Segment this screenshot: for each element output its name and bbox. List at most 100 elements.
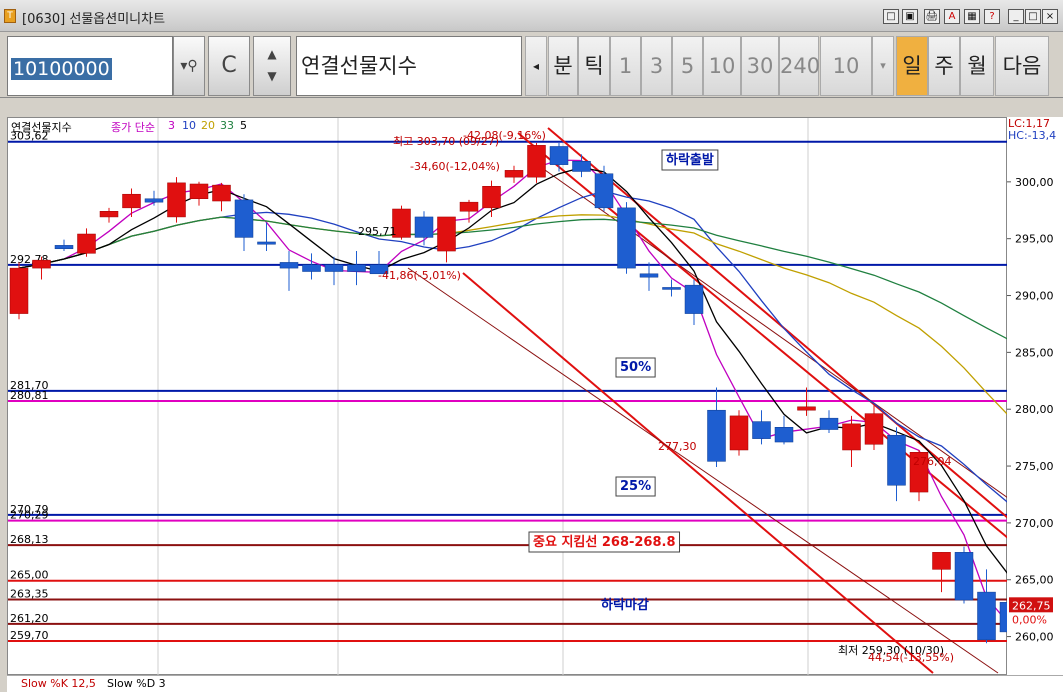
period-tick[interactable]: 틱: [578, 36, 610, 96]
last-price-label: 262,75: [1012, 599, 1051, 612]
legend-ma-20: 20: [201, 119, 215, 132]
candle-body: [32, 259, 51, 269]
print-button[interactable]: 🖨: [924, 9, 940, 24]
candle-body: [122, 193, 141, 209]
y-axis-ticks: 300,00 295,00 290,00 285,00 280,00 275,00 270,…: [1007, 176, 1054, 644]
slow-k-label: Slow %K 12,5: [21, 677, 96, 690]
updown-icon: ▲ ▼: [267, 47, 277, 83]
candle-body: [54, 245, 74, 250]
range-week[interactable]: 주: [928, 36, 960, 96]
annotation: 25%: [615, 476, 656, 497]
period-240[interactable]: 240: [779, 36, 820, 96]
last-pct-label: 0,00%: [1012, 613, 1047, 626]
maximize-button[interactable]: □: [1025, 9, 1041, 24]
range-month[interactable]: 월: [960, 36, 994, 96]
candle-body: [257, 241, 276, 245]
candle-body: [302, 264, 321, 272]
trend-line: [527, 157, 1008, 499]
annotation: 중요 지킴선 268-268.8: [528, 531, 681, 553]
candle-body: [572, 160, 591, 172]
chevron-down-icon: ▾: [880, 59, 886, 72]
period-3[interactable]: 3: [641, 36, 672, 96]
candle-body: [437, 216, 456, 252]
candle-body: [9, 267, 29, 314]
period-10[interactable]: 10: [703, 36, 741, 96]
slow-d-label: Slow %D 3: [107, 677, 166, 690]
font-button[interactable]: A: [944, 9, 960, 24]
instrument-name: 연결선물지수: [296, 36, 522, 96]
period-minute[interactable]: 분: [548, 36, 578, 96]
y-tick-label: 285,00: [1015, 346, 1054, 359]
candle-body: [504, 170, 524, 178]
minimize-button[interactable]: _: [1008, 9, 1024, 24]
y-tick-label: 280,00: [1015, 403, 1054, 416]
period-1[interactable]: 1: [610, 36, 641, 96]
y-axis: LC:1,17 HC:-13,4 300,00 295,00 290,00 285,0…: [1007, 117, 1063, 675]
candle-body: [932, 552, 951, 570]
y-tick-label: 300,00: [1015, 176, 1054, 189]
price-note: 44,54(-13,55%): [868, 651, 954, 664]
candle-body: [212, 184, 231, 202]
help-button[interactable]: ?: [984, 9, 1000, 24]
price-note: 276,04: [913, 455, 952, 468]
y-tick-label: 265,00: [1015, 574, 1054, 587]
trend-line: [462, 272, 934, 674]
chart-window: T [0630] 선물옵션미니차트 □ ▣ 🖨 A ▦ ? _ □ × 1010…: [0, 0, 1063, 692]
close-button[interactable]: ×: [1042, 9, 1058, 24]
trend-line: [407, 267, 999, 674]
stochastic-panel-header: Slow %K 12,5 Slow %D 3: [7, 675, 1063, 692]
candle-body: [167, 182, 186, 218]
period-value-field[interactable]: 10: [820, 36, 872, 96]
up-down-button[interactable]: ▲ ▼: [253, 36, 291, 96]
y-tick-label: 290,00: [1015, 290, 1054, 303]
period-5[interactable]: 5: [672, 36, 703, 96]
tile-button[interactable]: □: [883, 9, 899, 24]
level-label: 268,13: [10, 533, 49, 546]
legend-ma-3: 3: [168, 119, 175, 132]
scroll-left-button[interactable]: ◂: [525, 36, 547, 96]
code-list-button[interactable]: C: [208, 36, 250, 96]
period-30[interactable]: 30: [741, 36, 779, 96]
candle-body: [459, 201, 479, 212]
candle-body: [482, 186, 501, 209]
candle-body: [752, 421, 771, 439]
candle-body: [684, 284, 704, 314]
price-note: -41,86(-5,01%): [378, 269, 461, 282]
level-label: 261,20: [10, 612, 49, 625]
candle-body: [819, 417, 839, 430]
candle-body: [594, 173, 614, 209]
candle-body: [662, 287, 681, 290]
legend-ma-label: 종가 단순: [111, 121, 155, 134]
grid-button[interactable]: ▦: [964, 9, 980, 24]
layout-button[interactable]: ▣: [902, 9, 918, 24]
period-dropdown[interactable]: ▾: [872, 36, 894, 96]
code-input[interactable]: 10100000: [7, 36, 173, 96]
legend-ma-10: 10: [182, 119, 196, 132]
y-tick-label: 275,00: [1015, 460, 1054, 473]
candle-body: [279, 262, 299, 269]
candle-body: [99, 211, 119, 218]
level-label: 270,29: [10, 509, 49, 522]
price-note: 295,71: [358, 225, 397, 238]
candle-body: [887, 434, 906, 486]
candle-body: [549, 146, 569, 165]
legend-ma-5: 5: [240, 119, 247, 132]
level-label: 259,70: [10, 629, 49, 642]
level-label: 263,35: [10, 587, 49, 600]
legend-ma-33: 33: [220, 119, 234, 132]
chart-area[interactable]: 303,62 292,78 281,70 280,81 270,79 270,29 268,…: [7, 117, 1008, 676]
legend-title: 연결선물지수: [11, 121, 72, 134]
candle-body: [527, 145, 546, 178]
search-button[interactable]: ▾⚲: [173, 36, 205, 96]
annotation-text: 50%: [620, 360, 651, 375]
annotation: 50%: [615, 357, 656, 378]
next-button[interactable]: 다음: [995, 36, 1049, 96]
candle-body: [234, 199, 254, 238]
search-icon: ▾⚲: [180, 58, 198, 74]
candle-body: [954, 552, 974, 601]
price-note: -34,60(-12,04%): [410, 160, 500, 173]
moving-average-line: [18, 190, 1008, 504]
window-title: [0630] 선물옵션미니차트: [22, 12, 166, 27]
range-day[interactable]: 일: [896, 36, 928, 96]
code-c-label: C: [221, 53, 237, 78]
